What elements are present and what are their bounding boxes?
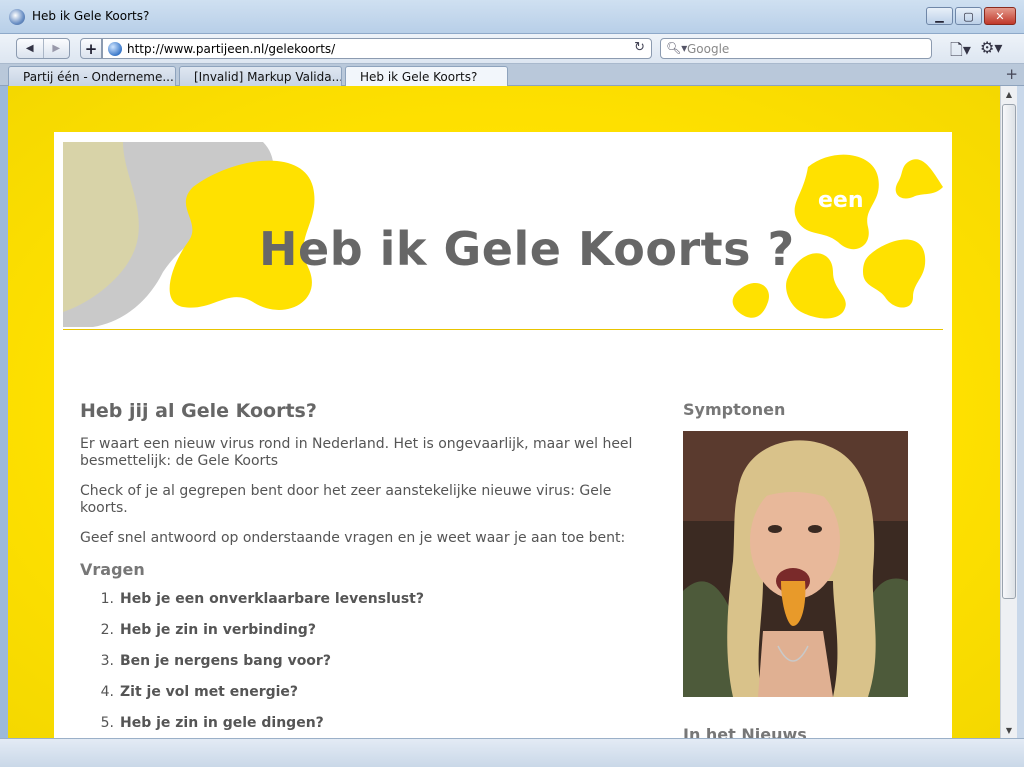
forward-icon[interactable]: ▶ (42, 39, 70, 58)
question-number: 4. (100, 684, 114, 700)
logo-text: een (818, 188, 864, 213)
scroll-up-icon[interactable]: ▲ (1001, 86, 1017, 102)
back-icon[interactable]: ◀ (17, 39, 43, 58)
tab-label: Heb ik Gele Koorts? (360, 70, 478, 84)
vertical-scrollbar[interactable]: ▲ ▼ (1000, 86, 1017, 738)
page-menu-icon[interactable]: 🗋▾ (950, 39, 971, 66)
question-text: Heb je een onverklaarbare levenslust? (120, 591, 424, 607)
question-text: Heb je zin in verbinding? (120, 622, 316, 638)
questions-heading: Vragen (80, 560, 145, 579)
gear-icon[interactable]: ⚙▾ (980, 38, 1002, 57)
window-title: Heb ik Gele Koorts? (32, 9, 150, 23)
navigation-toolbar: ◀ ▶ + http://www.partijeen.nl/gelekoorts… (0, 34, 1024, 64)
question-text: Heb je zin in gele dingen? (120, 715, 324, 731)
address-text[interactable]: http://www.partijeen.nl/gelekoorts/ (127, 42, 335, 56)
window-controls: ▁ ▢ ✕ (926, 7, 1016, 25)
close-icon[interactable]: ✕ (984, 7, 1016, 25)
question-item: 1. Heb je een onverklaarbare levenslust? (80, 591, 640, 622)
question-number: 2. (100, 622, 114, 638)
page-heading: Heb jij al Gele Koorts? (80, 400, 317, 422)
question-item: 4. Zit je vol met energie? (80, 684, 640, 715)
page-viewport: een Heb ik Gele Koorts ? Heb jij al Gele… (8, 86, 1000, 738)
question-text: Zit je vol met energie? (120, 684, 299, 700)
tab-label: [Invalid] Markup Valida... (194, 70, 342, 84)
page-container: een Heb ik Gele Koorts ? Heb jij al Gele… (54, 132, 952, 738)
main-content: Heb jij al Gele Koorts? Er waart een nie… (80, 400, 640, 738)
banner-title: Heb ik Gele Koorts ? (259, 222, 795, 276)
question-number: 5. (100, 715, 114, 731)
banner: een Heb ik Gele Koorts ? (63, 142, 943, 330)
tab-markup-validator[interactable]: [Invalid] Markup Valida... (179, 66, 342, 86)
scroll-thumb[interactable] (1002, 104, 1016, 599)
question-number: 1. (100, 591, 114, 607)
back-forward-buttons: ◀ ▶ (16, 38, 70, 59)
scroll-down-icon[interactable]: ▼ (1001, 722, 1017, 738)
minimize-icon[interactable]: ▁ (926, 7, 953, 25)
globe-icon (108, 42, 122, 56)
sidebar: Symptonen In het Nieuws (683, 400, 913, 738)
intro-paragraph: Er waart een nieuw virus rond in Nederla… (80, 436, 633, 469)
tab-label: Partij één - Onderneme... (23, 70, 174, 84)
symptoms-heading: Symptonen (683, 400, 786, 419)
news-heading: In het Nieuws (683, 725, 807, 738)
question-item: 5. Heb je zin in gele dingen? (80, 715, 640, 738)
search-placeholder: Google (687, 42, 730, 56)
question-item: 3. Ben je nergens bang voor? (80, 653, 640, 684)
tab-gele-koorts[interactable]: Heb ik Gele Koorts? (345, 66, 508, 86)
intro-paragraph: Check of je al gegrepen bent door het ze… (80, 483, 612, 516)
window-titlebar: Heb ik Gele Koorts? ▁ ▢ ✕ (0, 0, 1024, 34)
question-item: 2. Heb je zin in verbinding? (80, 622, 640, 653)
search-icon[interactable]: 🔍︎▾ (666, 41, 687, 55)
question-text: Ben je nergens bang voor? (120, 653, 331, 669)
window-frame-edge (1017, 86, 1024, 738)
new-tab-icon[interactable]: + (80, 38, 102, 59)
reload-icon[interactable]: ↻ (634, 40, 645, 55)
tab-partij-een[interactable]: Partij één - Onderneme... (8, 66, 176, 86)
search-input[interactable]: 🔍︎▾ Google (660, 38, 932, 59)
symptoms-photo (683, 431, 908, 697)
tab-bar: Partij één - Onderneme... [Invalid] Mark… (0, 64, 1024, 86)
intro-paragraph: Geef snel antwoord op onderstaande vrage… (80, 530, 626, 546)
question-number: 3. (100, 653, 114, 669)
questions-list: 1. Heb je een onverklaarbare levenslust? … (80, 591, 640, 738)
maximize-icon[interactable]: ▢ (955, 7, 982, 25)
banner-divider (63, 329, 943, 330)
new-tab-plus-icon[interactable]: + (1005, 65, 1018, 83)
status-bar (0, 738, 1024, 767)
address-bar[interactable]: http://www.partijeen.nl/gelekoorts/ ↻ (102, 38, 652, 59)
app-icon (9, 9, 25, 25)
